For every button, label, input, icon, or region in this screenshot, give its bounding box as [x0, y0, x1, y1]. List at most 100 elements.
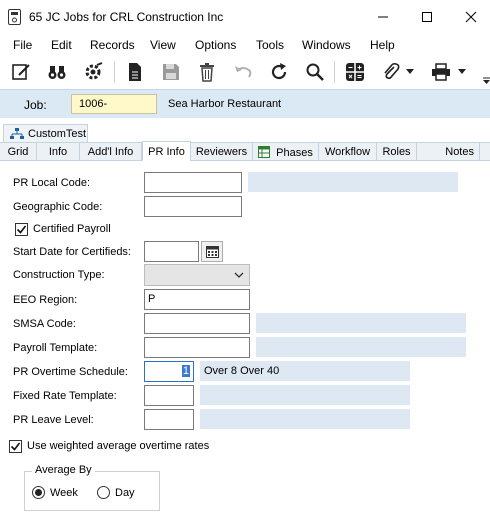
delete-icon: [200, 63, 214, 82]
construction-type-select[interactable]: [144, 264, 250, 286]
pr-local-code-description: [248, 172, 458, 192]
custom-test-tab[interactable]: CustomTest: [3, 124, 88, 143]
pr-leave-level-description: [200, 409, 410, 429]
menu-windows[interactable]: Windows: [302, 38, 351, 52]
binoculars-icon: [48, 66, 66, 79]
calculator-icon: [346, 63, 364, 81]
close-button[interactable]: [456, 6, 486, 28]
chevron-down-icon: [458, 69, 466, 74]
date-picker-button[interactable]: [201, 241, 223, 262]
printer-icon: [432, 63, 450, 81]
toolbar-overflow[interactable]: [482, 76, 490, 86]
menu-view[interactable]: View: [150, 38, 176, 52]
hierarchy-icon: [10, 128, 24, 139]
title-bar: 65 JC Jobs for CRL Construction Inc: [0, 0, 490, 34]
tab-addl-info[interactable]: Add'l Info: [80, 143, 142, 161]
menu-help[interactable]: Help: [370, 38, 395, 52]
pr-leave-level-input[interactable]: [144, 409, 194, 430]
geographic-code-label: Geographic Code:: [13, 201, 103, 213]
menu-options[interactable]: Options: [195, 38, 236, 52]
menu-tools[interactable]: Tools: [256, 38, 284, 52]
close-icon: [465, 11, 477, 23]
eeo-region-label: EEO Region:: [13, 294, 78, 306]
toolbar: [0, 56, 490, 88]
smsa-code-description: [256, 313, 466, 333]
maximize-button[interactable]: [412, 6, 442, 28]
tab-roles[interactable]: Roles: [377, 143, 417, 161]
tab-notes[interactable]: Notes: [417, 143, 480, 161]
start-date-label: Start Date for Certifieds:: [13, 246, 131, 258]
pr-leave-level-label: PR Leave Level:: [13, 414, 94, 426]
eeo-region-input[interactable]: P: [144, 289, 250, 310]
spreadsheet-icon: [258, 146, 271, 158]
settings-gear-icon: [85, 62, 103, 80]
delete-button[interactable]: [196, 61, 218, 83]
geographic-code-input[interactable]: [144, 196, 242, 217]
calendar-icon: [205, 246, 219, 258]
search-button[interactable]: [304, 61, 326, 83]
construction-type-label: Construction Type:: [13, 269, 105, 281]
job-bar: Job: 1006- Sea Harbor Restaurant: [0, 89, 490, 118]
document-button[interactable]: [124, 61, 146, 83]
print-dropdown[interactable]: [456, 61, 468, 83]
tab-info[interactable]: Info: [37, 143, 80, 161]
attachment-button[interactable]: [380, 61, 402, 83]
attachment-dropdown[interactable]: [404, 61, 416, 83]
payroll-template-label: Payroll Template:: [13, 342, 98, 354]
pr-overtime-schedule-input[interactable]: 1: [144, 361, 194, 382]
start-date-input[interactable]: [144, 241, 199, 262]
smsa-code-input[interactable]: [144, 313, 250, 334]
checkmark-icon: [16, 225, 27, 234]
smsa-code-label: SMSA Code:: [13, 318, 76, 330]
custom-test-label: CustomTest: [28, 128, 87, 140]
certified-payroll-checkbox[interactable]: [15, 223, 28, 236]
tab-pr-info[interactable]: PR Info: [142, 141, 191, 162]
save-button[interactable]: [160, 61, 182, 83]
average-by-day-radio[interactable]: [97, 486, 110, 499]
certified-payroll-label: Certified Payroll: [33, 223, 111, 235]
maximize-icon: [422, 12, 432, 22]
minimize-icon: [378, 16, 388, 18]
pr-info-form: PR Local Code: Geographic Code: Certifie…: [0, 161, 490, 527]
menu-edit[interactable]: Edit: [51, 38, 72, 52]
job-label: Job:: [24, 98, 47, 112]
job-input[interactable]: 1006-: [71, 94, 157, 114]
menu-file[interactable]: File: [13, 38, 32, 52]
document-icon: [129, 63, 141, 81]
fixed-rate-template-input[interactable]: [144, 385, 194, 406]
undo-icon: [235, 66, 252, 78]
edit-form-button[interactable]: [10, 61, 32, 83]
chevron-down-icon: [234, 272, 244, 278]
payroll-template-description: [256, 337, 466, 357]
edit-form-icon: [12, 64, 30, 80]
average-by-week-radio[interactable]: [32, 486, 45, 499]
average-by-week-label: Week: [50, 487, 78, 499]
app-icon: [8, 9, 21, 25]
chevron-down-icon: [406, 69, 414, 74]
tab-grid[interactable]: Grid: [0, 143, 37, 161]
save-icon: [163, 64, 179, 80]
minimize-button[interactable]: [368, 6, 398, 28]
average-by-day-label: Day: [115, 487, 135, 499]
window-title: 65 JC Jobs for CRL Construction Inc: [29, 10, 224, 24]
fixed-rate-template-description: [200, 385, 410, 405]
menu-records[interactable]: Records: [90, 38, 135, 52]
weighted-average-label: Use weighted average overtime rates: [27, 440, 210, 452]
undo-button[interactable]: [232, 61, 254, 83]
find-button[interactable]: [46, 61, 68, 83]
overflow-icon: [482, 77, 490, 84]
tab-workflow[interactable]: Workflow: [319, 143, 377, 161]
weighted-average-checkbox[interactable]: [9, 440, 22, 453]
payroll-template-input[interactable]: [144, 337, 250, 358]
print-button[interactable]: [430, 61, 452, 83]
tab-reviewers[interactable]: Reviewers: [191, 143, 253, 161]
pr-overtime-schedule-description: Over 8 Over 40: [200, 361, 410, 381]
fixed-rate-template-label: Fixed Rate Template:: [13, 390, 117, 402]
pr-overtime-schedule-label: PR Overtime Schedule:: [13, 366, 128, 378]
pr-local-code-input[interactable]: [144, 172, 242, 193]
tab-phases[interactable]: Phases: [253, 143, 319, 161]
search-icon: [306, 63, 324, 81]
settings-button[interactable]: [82, 61, 104, 83]
calculator-button[interactable]: [344, 61, 366, 83]
refresh-button[interactable]: [268, 61, 290, 83]
